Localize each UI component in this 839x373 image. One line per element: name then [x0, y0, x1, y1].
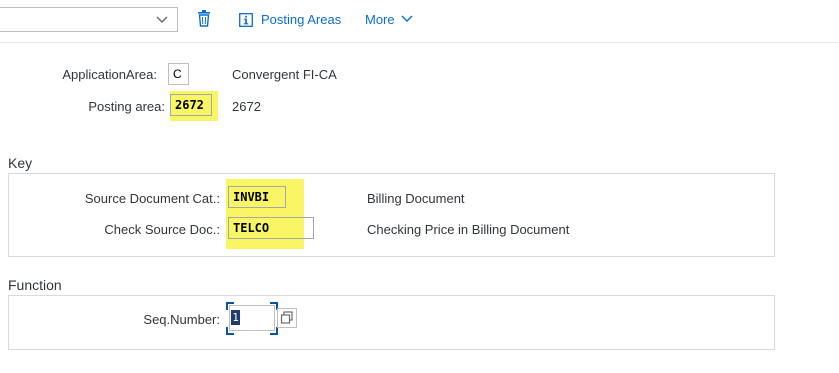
trash-icon[interactable] — [197, 10, 211, 27]
check-source-doc-field[interactable]: TELCO — [228, 217, 314, 239]
posting-area-label: Posting area: — [88, 99, 165, 114]
value-help-icon — [280, 311, 293, 324]
key-section-title: Key — [8, 155, 33, 171]
key-group — [8, 173, 775, 257]
posting-areas-label: Posting Areas — [261, 12, 342, 27]
toolbar: Posting Areas More — [0, 0, 839, 43]
focus-corner — [270, 327, 278, 335]
check-source-doc-description: Checking Price in Billing Document — [367, 222, 570, 237]
seq-number-label: Seq.Number: — [143, 312, 220, 327]
focus-corner — [226, 327, 234, 335]
info-icon — [239, 13, 253, 27]
posting-area-field[interactable]: 2672 — [170, 94, 212, 116]
focus-corner — [226, 302, 234, 310]
chevron-down-icon — [401, 15, 413, 22]
source-document-cat-description: Billing Document — [367, 191, 465, 206]
check-source-doc-label: Check Source Doc.: — [104, 222, 220, 237]
source-document-cat-field[interactable]: INVBI — [228, 186, 286, 208]
application-area-description: Convergent FI-CA — [232, 67, 337, 82]
value-help-button[interactable] — [277, 308, 297, 328]
application-area-label: ApplicationArea: — [62, 67, 157, 82]
chevron-down-icon — [156, 16, 168, 24]
seq-number-value: 1 — [231, 310, 240, 325]
posting-area-description: 2672 — [232, 99, 261, 114]
more-label: More — [365, 12, 395, 27]
application-area-field[interactable]: C — [168, 63, 189, 85]
variant-dropdown[interactable] — [0, 7, 178, 32]
source-document-cat-label: Source Document Cat.: — [84, 191, 220, 206]
function-section-title: Function — [8, 277, 62, 293]
